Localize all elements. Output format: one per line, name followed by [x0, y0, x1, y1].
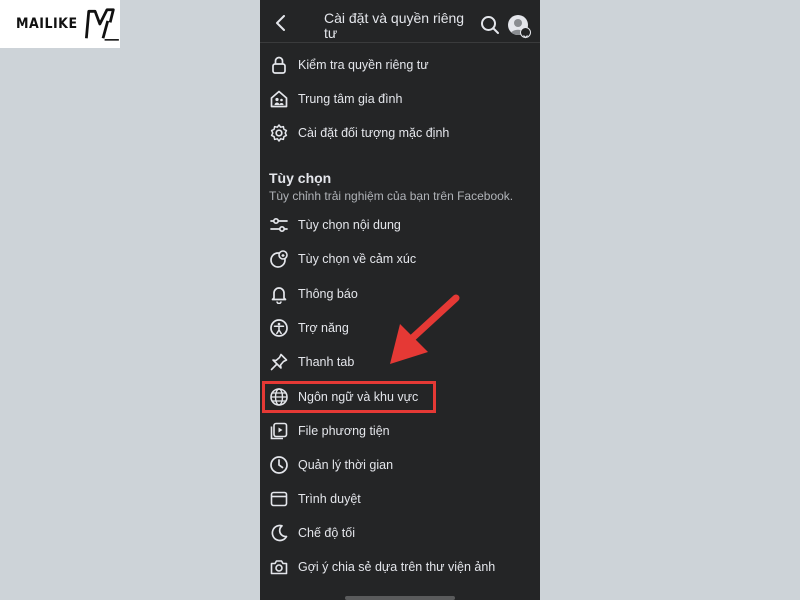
logo-text: MAILIKE — [16, 16, 78, 32]
menu-item-label: Trình duyệt — [298, 492, 361, 506]
section-subtitle: Tùy chỉnh trải nghiệm của bạn trên Faceb… — [269, 189, 514, 203]
back-button[interactable] — [268, 10, 294, 36]
moon-icon — [268, 522, 290, 544]
mailike-logo: MAILIKE — [0, 0, 120, 48]
highlight-box — [262, 381, 436, 413]
menu-item-time-management[interactable]: Quản lý thời gian — [260, 451, 540, 479]
menu-item-label: File phương tiện — [298, 424, 390, 438]
menu-item-content-preferences[interactable]: Tùy chọn nội dung — [260, 211, 540, 239]
reaction-icon — [268, 248, 290, 270]
pin-icon — [268, 351, 290, 373]
menu-item-dark-mode[interactable]: Chế độ tối — [260, 519, 540, 547]
menu-item-label: Tùy chọn nội dung — [298, 218, 401, 232]
red-arrow-icon — [390, 294, 460, 364]
menu-item-photo-sharing-suggestions[interactable]: Gợi ý chia sẻ dựa trên thư viện ảnh — [260, 553, 540, 581]
sliders-icon — [268, 214, 290, 236]
clock-icon — [268, 454, 290, 476]
menu-item-privacy-check[interactable]: Kiểm tra quyền riêng tư — [260, 51, 540, 79]
menu-item-label: Trợ năng — [298, 321, 349, 335]
menu-item-reaction-preferences[interactable]: Tùy chọn về cảm xúc — [260, 245, 540, 273]
menu-item-media-files[interactable]: File phương tiện — [260, 417, 540, 445]
chevron-down-icon — [523, 35, 528, 39]
family-home-icon — [268, 88, 290, 110]
section-title: Tùy chọn — [269, 170, 332, 186]
page-title: Cài đặt và quyền riêng tư — [324, 10, 465, 41]
menu-item-label: Kiểm tra quyền riêng tư — [298, 58, 429, 72]
menu-item-label: Trung tâm gia đình — [298, 92, 403, 106]
accessibility-icon — [268, 317, 290, 339]
gear-icon — [268, 122, 290, 144]
media-icon — [268, 420, 290, 442]
menu-item-label: Thanh tab — [298, 355, 355, 369]
menu-item-label: Cài đặt đối tượng mặc định — [298, 126, 450, 140]
ml-logo-mark-icon — [84, 8, 119, 41]
chevron-left-icon — [276, 15, 285, 31]
menu-item-family-center[interactable]: Trung tâm gia đình — [260, 85, 540, 113]
search-button[interactable] — [480, 15, 500, 35]
menu-item-label: Tùy chọn về cảm xúc — [298, 252, 417, 266]
bell-icon — [268, 283, 290, 305]
app-header: Cài đặt và quyền riêng tư — [260, 0, 540, 43]
menu-item-label: Thông báo — [298, 287, 358, 301]
menu-item-label: Quản lý thời gian — [298, 458, 394, 472]
avatar-badge — [520, 27, 531, 39]
menu-item-label: Gợi ý chia sẻ dựa trên thư viện ảnh — [298, 560, 496, 574]
menu-item-default-audience[interactable]: Cài đặt đối tượng mặc định — [260, 119, 540, 147]
browser-icon — [268, 488, 290, 510]
menu-item-browser[interactable]: Trình duyệt — [260, 485, 540, 513]
search-icon — [481, 16, 499, 34]
camera-icon — [268, 556, 290, 578]
lock-icon — [268, 54, 290, 76]
home-indicator — [345, 596, 455, 600]
menu-item-label: Chế độ tối — [298, 526, 355, 540]
